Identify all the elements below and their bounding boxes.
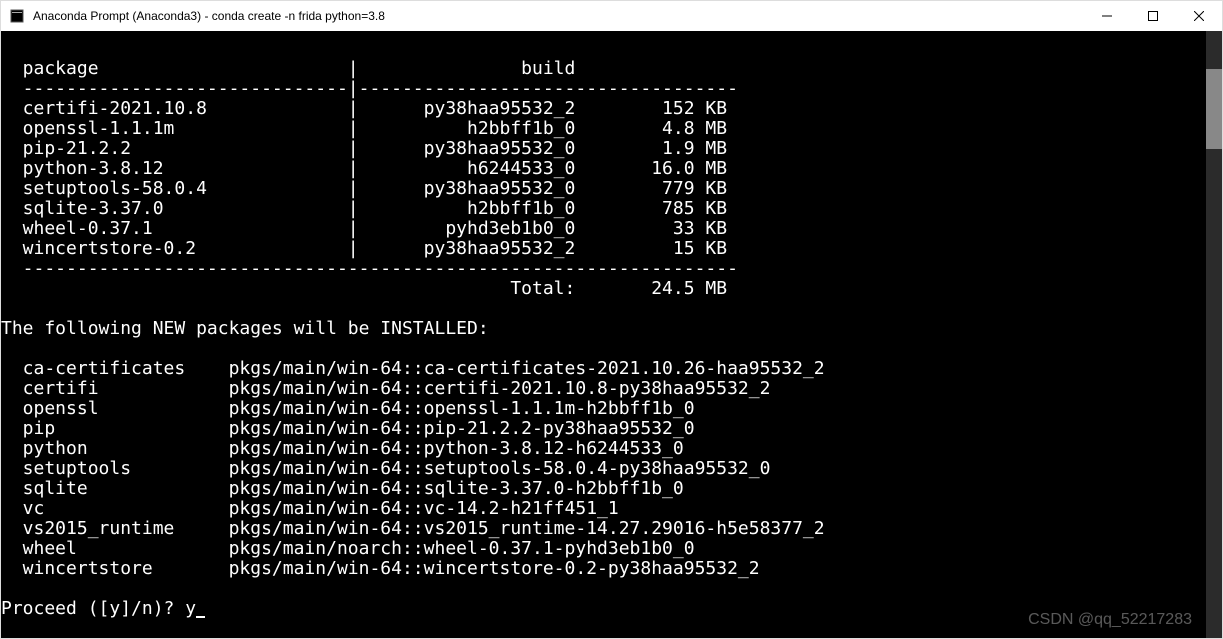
titlebar[interactable]: Anaconda Prompt (Anaconda3) - conda crea… [1,1,1222,31]
terminal-content: package | build ------------------------… [1,39,1222,619]
maximize-button[interactable] [1130,1,1176,31]
cursor [196,616,205,618]
scrollbar-thumb[interactable] [1206,69,1222,149]
window-controls [1084,1,1222,31]
app-icon [9,8,25,24]
close-button[interactable] [1176,1,1222,31]
window: Anaconda Prompt (Anaconda3) - conda crea… [0,0,1223,639]
minimize-button[interactable] [1084,1,1130,31]
proceed-input[interactable]: y [185,598,196,619]
window-title: Anaconda Prompt (Anaconda3) - conda crea… [33,9,385,23]
proceed-prompt: Proceed ([y]/n)? [1,598,185,619]
terminal[interactable]: package | build ------------------------… [1,31,1222,638]
scrollbar-track[interactable] [1206,31,1222,638]
